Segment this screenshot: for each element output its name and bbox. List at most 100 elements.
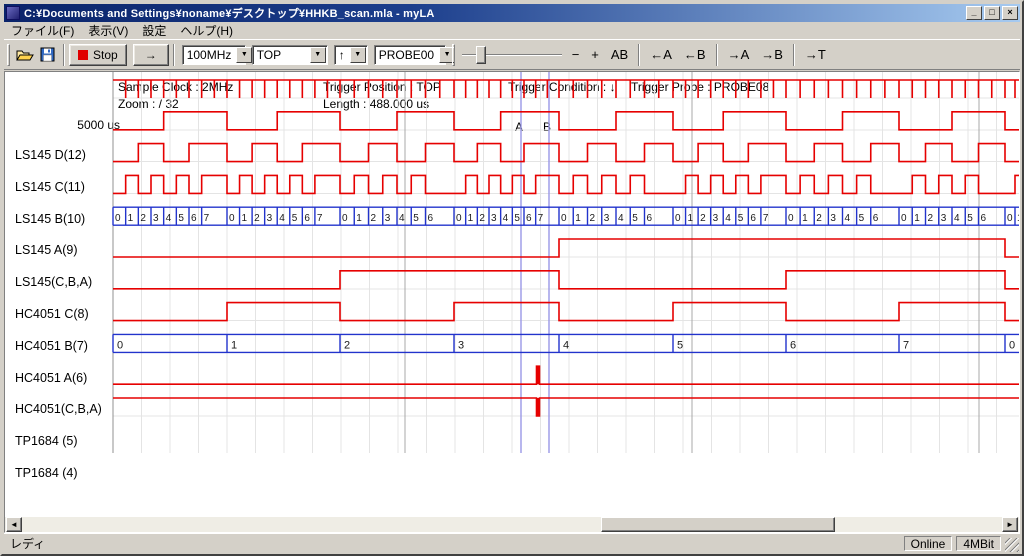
- goto-trigger-button[interactable]: →T: [799, 45, 832, 64]
- bus-value: 7: [763, 213, 769, 224]
- trigger-edge-combo[interactable]: ↑ ▼: [334, 45, 368, 65]
- bus-value: 6: [428, 213, 434, 224]
- bus-value: 0: [1007, 213, 1013, 224]
- resize-grip-icon[interactable]: [1005, 538, 1019, 552]
- goto-cursor-a-button[interactable]: ←A: [644, 45, 678, 64]
- save-button[interactable]: [36, 44, 59, 66]
- bus-value: 5: [514, 213, 520, 224]
- toolbar-separator: [793, 44, 795, 66]
- online-status-badge: Online: [904, 536, 953, 551]
- scroll-right-icon[interactable]: ►: [1002, 517, 1018, 532]
- bus-value: 4: [845, 213, 851, 224]
- bus-value: 0: [675, 213, 681, 224]
- open-folder-icon: [16, 48, 34, 62]
- bus-value: 1: [802, 213, 808, 224]
- scroll-left-icon[interactable]: ◄: [6, 517, 22, 532]
- menu-settings[interactable]: 設定: [135, 21, 173, 40]
- ab-range-button[interactable]: AB: [605, 45, 634, 64]
- bus-value: 6: [304, 213, 310, 224]
- bus-value: 6: [526, 213, 532, 224]
- bus-value: 4: [618, 213, 624, 224]
- maximize-button[interactable]: □: [984, 6, 1000, 20]
- title-bar[interactable]: C:¥Documents and Settings¥noname¥デスクトップ¥…: [4, 4, 1020, 22]
- bus-value: 4: [503, 213, 509, 224]
- trace-HC4051-B-7-: [113, 271, 1020, 289]
- toolbar-separator: [638, 44, 640, 66]
- chevron-down-icon[interactable]: ▼: [236, 47, 252, 63]
- bus-value: 1: [575, 213, 581, 224]
- bus-value: 5: [178, 213, 184, 224]
- bus-value: 2: [928, 213, 934, 224]
- sample-clock-combo[interactable]: 100MHz ▼: [182, 45, 246, 65]
- toolbar-separator: [716, 44, 718, 66]
- window-title: C:¥Documents and Settings¥noname¥デスクトップ¥…: [24, 5, 964, 21]
- close-button[interactable]: ×: [1002, 6, 1018, 20]
- run-arrow-icon: →: [145, 48, 157, 62]
- slider-thumb[interactable]: [476, 46, 486, 64]
- trace-LS145-C-B-A-: 0123456701234567012345601234567012345601…: [113, 207, 1020, 225]
- minimize-button[interactable]: _: [966, 6, 982, 20]
- bus-value: 3: [604, 213, 610, 224]
- goto-cursor-b-button[interactable]: ←B: [678, 45, 712, 64]
- bus-value: 5: [413, 213, 419, 224]
- stop-icon: [78, 50, 88, 60]
- trigger-probe-combo[interactable]: PROBE00 ▼: [374, 45, 446, 65]
- bus-value: 0: [901, 213, 907, 224]
- set-cursor-a-button[interactable]: →A: [722, 45, 756, 64]
- bus-value: 0: [115, 213, 121, 224]
- bus-value: 3: [153, 213, 159, 224]
- bus-value: 4: [725, 213, 731, 224]
- open-file-button[interactable]: [13, 44, 36, 66]
- bus-value: 2: [816, 213, 822, 224]
- bus-value: 7: [204, 213, 210, 224]
- bus-value: 4: [166, 213, 172, 224]
- bus-value: 5: [677, 339, 683, 351]
- bus-value: 3: [941, 213, 947, 224]
- scrollbar-thumb[interactable]: [601, 517, 835, 532]
- floppy-disk-icon: [40, 47, 55, 62]
- zoom-slider[interactable]: [462, 44, 562, 66]
- bus-value: 2: [254, 213, 260, 224]
- bus-value: 6: [647, 213, 653, 224]
- bus-value: 1: [688, 213, 694, 224]
- menu-bar: ファイル(F) 表示(V) 設定 ヘルプ(H): [4, 22, 1020, 39]
- menu-view[interactable]: 表示(V): [81, 21, 135, 40]
- trace-LS145-A-9-: [113, 175, 1020, 193]
- bus-value: 1: [914, 213, 920, 224]
- stop-button[interactable]: Stop: [69, 44, 127, 66]
- set-cursor-b-button[interactable]: →B: [755, 45, 789, 64]
- zoom-out-button[interactable]: −: [566, 45, 586, 64]
- bus-value: 2: [479, 213, 485, 224]
- bus-value: 0: [342, 213, 348, 224]
- single-run-button[interactable]: →: [133, 44, 169, 66]
- bus-value: 0: [788, 213, 794, 224]
- bus-value: 2: [371, 213, 377, 224]
- bus-value: 5: [967, 213, 973, 224]
- bus-value: 1: [128, 213, 134, 224]
- trace-LS145-D-12-: [113, 80, 1020, 98]
- bus-value: 1: [1017, 213, 1020, 224]
- bus-value: 3: [385, 213, 391, 224]
- bus-value: 4: [954, 213, 960, 224]
- chevron-down-icon[interactable]: ▼: [350, 47, 366, 63]
- bus-value: 6: [981, 213, 987, 224]
- app-icon[interactable]: [6, 6, 20, 20]
- zoom-in-button[interactable]: +: [585, 45, 605, 64]
- app-window: C:¥Documents and Settings¥noname¥デスクトップ¥…: [0, 0, 1024, 556]
- bus-value: 5: [738, 213, 744, 224]
- bus-value: 4: [563, 339, 569, 351]
- waveform-plot[interactable]: 0123456701234567012345601234567012345601…: [5, 72, 1020, 522]
- memory-size-badge: 4MBit: [956, 536, 1001, 551]
- cursor-lines[interactable]: [521, 72, 549, 453]
- horizontal-scrollbar[interactable]: ◄ ►: [5, 517, 1019, 532]
- menu-help[interactable]: ヘルプ(H): [173, 21, 240, 40]
- chevron-down-icon[interactable]: ▼: [310, 47, 326, 63]
- menu-file[interactable]: ファイル(F): [4, 21, 81, 40]
- bus-value: 4: [399, 213, 405, 224]
- bus-value: 2: [590, 213, 596, 224]
- trace-HC4051-A-6-: [113, 303, 1020, 321]
- bus-value: 1: [356, 213, 362, 224]
- bus-value: 6: [873, 213, 879, 224]
- trace-HC4051-C-B-A-: 012345670: [113, 334, 1020, 352]
- trigger-position-combo[interactable]: TOP ▼: [252, 45, 328, 65]
